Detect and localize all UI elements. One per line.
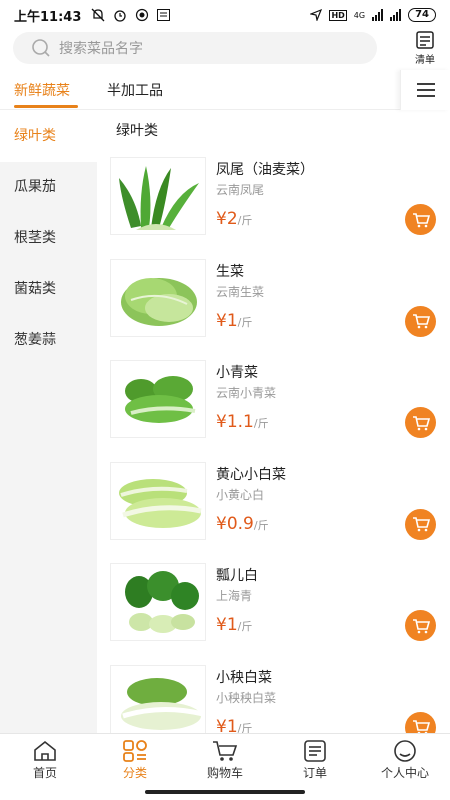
cart-icon xyxy=(412,720,430,733)
add-to-cart-button[interactable] xyxy=(405,508,436,540)
product-image xyxy=(110,664,206,733)
nav-home[interactable]: 首页 xyxy=(0,734,90,785)
product-price: ¥1/斤 xyxy=(216,310,253,331)
product-name: 小秧白菜 xyxy=(216,669,272,686)
order-icon xyxy=(304,740,326,762)
shopping-list-label: 清单 xyxy=(415,55,435,66)
cart-icon xyxy=(412,517,430,532)
product-list: 绿叶类 凤尾（油麦菜） 云南凤尾 ¥2/斤 生菜 云南生菜 ¥1/斤 小青菜 云… xyxy=(97,111,450,733)
product-name: 小青菜 xyxy=(216,365,258,381)
home-indicator xyxy=(145,790,305,794)
add-to-cart-button[interactable] xyxy=(405,711,436,733)
location-icon xyxy=(310,9,323,21)
add-to-cart-button[interactable] xyxy=(405,204,436,235)
nav-orders[interactable]: 订单 xyxy=(270,734,360,785)
nav-cart-label: 购物车 xyxy=(206,766,243,780)
hd-badge: HD xyxy=(329,9,347,21)
nav-category[interactable]: 分类 xyxy=(90,734,180,785)
product-name: 生菜 xyxy=(216,263,244,280)
product-name: 瓢儿白 xyxy=(216,568,258,584)
nav-category-label: 分类 xyxy=(122,766,147,780)
product-price: ¥1.1/斤 xyxy=(216,412,269,432)
product-origin: 云南生菜 xyxy=(216,284,265,299)
menu-button[interactable] xyxy=(400,70,450,110)
product-item[interactable]: 小秧白菜 小秧秧白菜 ¥1/斤 xyxy=(97,659,450,734)
signal-icon xyxy=(372,9,384,21)
sidebar-item-root-stem[interactable]: 根茎类 xyxy=(0,213,97,264)
product-price: ¥1/斤 xyxy=(216,615,253,635)
category-tabs: 新鲜蔬菜 半加工品 xyxy=(0,70,450,110)
product-name: 黄心小白菜 xyxy=(216,466,286,483)
product-image xyxy=(110,360,206,438)
add-to-cart-button[interactable] xyxy=(405,407,436,438)
nav-profile[interactable]: 个人中心 xyxy=(360,734,450,785)
sidebar-item-mushroom[interactable]: 菌菇类 xyxy=(0,264,97,315)
product-origin: 小秧秧白菜 xyxy=(216,690,277,705)
product-origin: 云南凤尾 xyxy=(216,183,265,197)
network-label: 4G xyxy=(353,10,366,20)
add-to-cart-button[interactable] xyxy=(405,610,436,641)
product-price: ¥0.9/斤 xyxy=(216,513,269,534)
tab-semi-processed[interactable]: 半加工品 xyxy=(107,80,163,100)
product-item[interactable]: 凤尾（油麦菜） 云南凤尾 ¥2/斤 xyxy=(97,151,450,253)
bottom-nav: 首页 分类 购物车 订单 个人中心 xyxy=(0,733,450,785)
add-to-cart-button[interactable] xyxy=(405,305,436,337)
eye-comfort-icon xyxy=(136,8,149,22)
nav-profile-label: 个人中心 xyxy=(380,766,429,780)
product-price: ¥1/斤 xyxy=(216,716,253,734)
silent-icon xyxy=(91,8,105,22)
section-title: 绿叶类 xyxy=(116,123,158,139)
nav-cart[interactable]: 购物车 xyxy=(180,734,270,785)
product-item[interactable]: 生菜 云南生菜 ¥1/斤 xyxy=(97,253,450,355)
list-icon xyxy=(416,31,434,49)
status-time: 上午11:43 xyxy=(14,9,82,25)
cart-icon xyxy=(412,618,430,633)
alarm-icon xyxy=(114,10,127,22)
search-placeholder: 搜索菜品名字 xyxy=(59,41,143,57)
sidebar-item-leafy[interactable]: 绿叶类 xyxy=(0,111,97,162)
cart-icon xyxy=(412,212,430,227)
product-image xyxy=(110,461,206,540)
product-image xyxy=(110,258,206,337)
search-icon xyxy=(32,39,50,57)
product-item[interactable]: 黄心小白菜 小黄心白 ¥0.9/斤 xyxy=(97,456,450,558)
category-icon xyxy=(123,740,147,762)
search-input[interactable]: 搜索菜品名字 xyxy=(13,32,377,64)
sidebar-item-melon-fruit[interactable]: 瓜果茄 xyxy=(0,162,97,213)
cart-icon xyxy=(213,741,238,761)
status-bar: 上午11:43 HD 4G 74 xyxy=(0,0,450,30)
battery-indicator: 74 xyxy=(408,8,436,22)
cart-icon xyxy=(412,314,430,329)
product-origin: 云南小青菜 xyxy=(216,386,277,400)
sidebar-item-onion-ginger-garlic[interactable]: 葱姜蒜 xyxy=(0,315,97,366)
active-tab-indicator xyxy=(14,105,78,108)
profile-icon xyxy=(394,740,416,762)
product-image xyxy=(110,563,206,641)
nav-home-label: 首页 xyxy=(32,766,57,780)
nav-orders-label: 订单 xyxy=(302,766,327,780)
notification-icon xyxy=(157,9,171,21)
cart-icon xyxy=(412,415,430,430)
tab-fresh-vegetables[interactable]: 新鲜蔬菜 xyxy=(14,80,70,100)
product-item[interactable]: 小青菜 云南小青菜 ¥1.1/斤 xyxy=(97,354,450,456)
product-price: ¥2/斤 xyxy=(216,209,253,229)
subcategory-sidebar: 绿叶类 瓜果茄 根茎类 菌菇类 葱姜蒜 xyxy=(0,111,97,733)
home-icon xyxy=(34,740,56,761)
product-item[interactable]: 瓢儿白 上海青 ¥1/斤 xyxy=(97,557,450,659)
product-origin: 小黄心白 xyxy=(216,487,265,502)
product-name: 凤尾（油麦菜） xyxy=(216,162,314,178)
menu-icon xyxy=(416,83,435,97)
product-image xyxy=(110,157,206,235)
search-header: 搜索菜品名字 清单 xyxy=(0,30,450,70)
signal-icon-2 xyxy=(390,9,402,21)
product-origin: 上海青 xyxy=(216,589,253,603)
shopping-list-button[interactable]: 清单 xyxy=(410,30,440,70)
